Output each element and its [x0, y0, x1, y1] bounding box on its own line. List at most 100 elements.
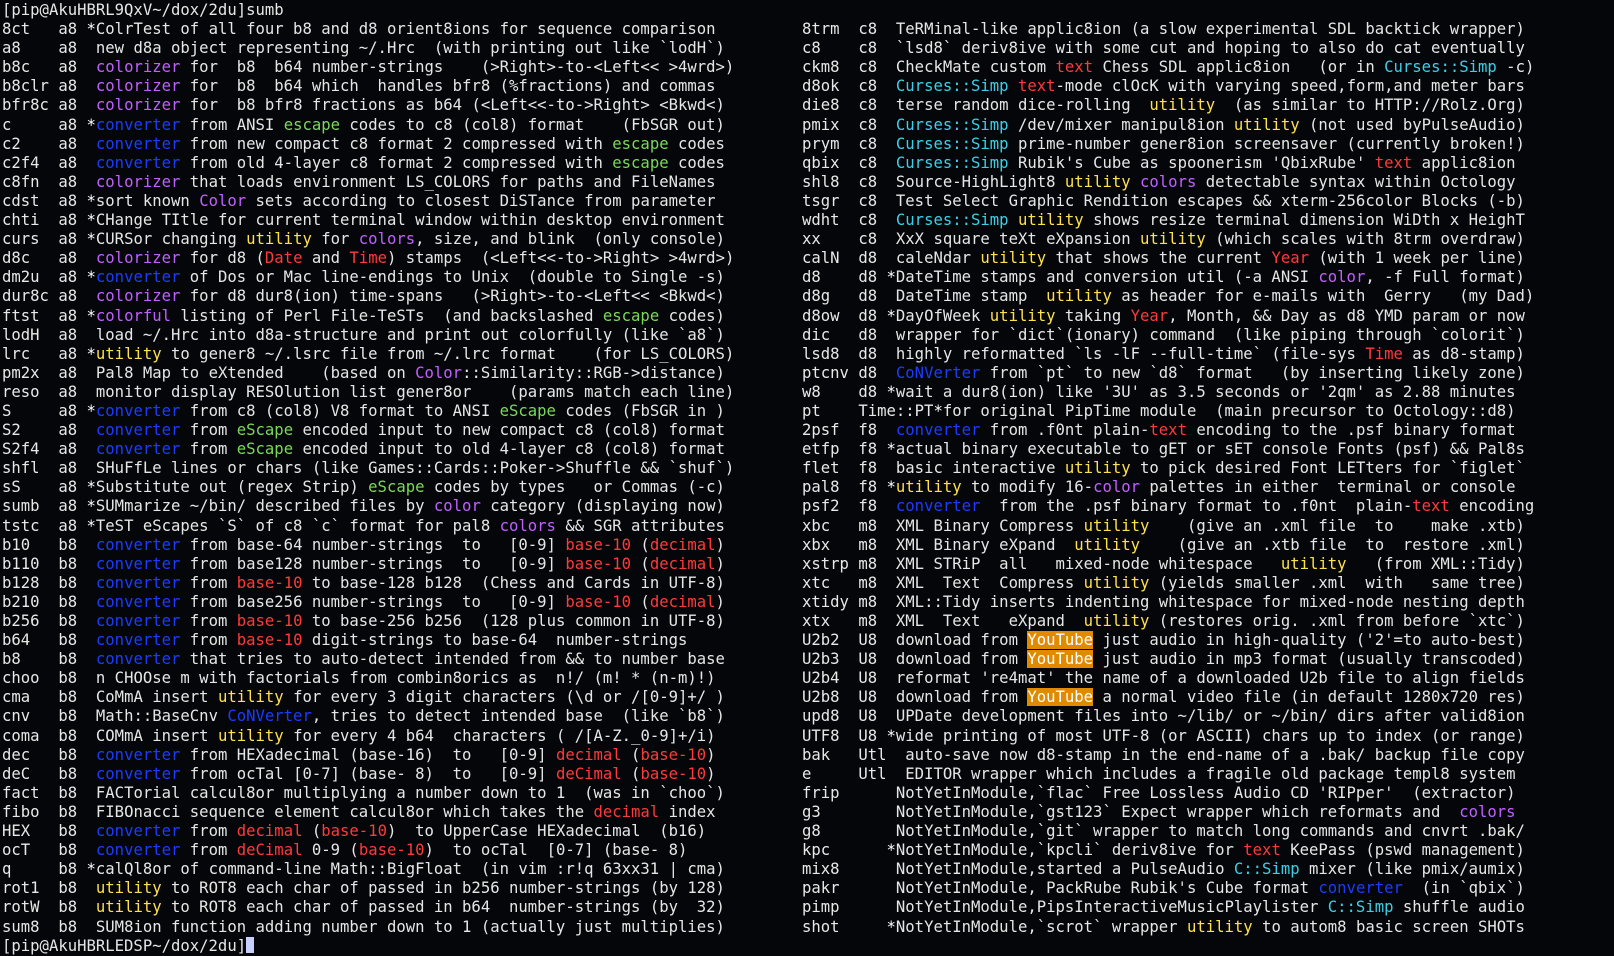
list-item: lrc a8 *utility to gener8 ~/.lsrc file f… — [2, 345, 802, 364]
entry-name: wdht — [802, 211, 840, 230]
list-item: xtidy m8 XML::Tidy inserts indenting whi… — [802, 593, 1602, 612]
entry-category: b8 — [58, 860, 78, 879]
entry-name: d8ok — [802, 77, 840, 96]
entry-category: b8 — [58, 669, 78, 688]
entry-marker — [87, 326, 96, 344]
entry-name: d8c — [2, 249, 31, 268]
list-item: b8clr a8 colorizer for b8 b64 which hand… — [2, 77, 802, 96]
list-item: fact b8 FACTorial calcul8or multiplying … — [2, 784, 802, 803]
entry-name: xtidy — [802, 592, 849, 611]
list-item: bak Utl auto-save now d8-stamp in the en… — [802, 746, 1602, 765]
entry-description: converter from .f0nt plain-text encoding… — [895, 421, 1516, 440]
entry-category: f8 — [858, 459, 878, 478]
entry-marker — [887, 650, 896, 668]
entry-description: CoNVerter from `pt` to new `d8` format (… — [895, 363, 1525, 382]
entry-name: HEX — [2, 822, 31, 841]
list-item: d8c a8 colorizer for d8 (Date and Time) … — [2, 249, 802, 268]
entry-name: q — [2, 860, 12, 879]
entry-name: pal8 — [802, 478, 840, 497]
entry-name: deC — [2, 764, 31, 783]
entry-name: xstrp — [802, 554, 849, 573]
entry-description: XML Text Compress utility (yields smalle… — [895, 573, 1525, 592]
entry-marker — [887, 688, 896, 706]
entry-name: pt — [802, 401, 821, 420]
entry-description: for original PipTime module (main precur… — [942, 401, 1516, 420]
entry-category: U8 — [858, 669, 878, 688]
entry-name: cma — [2, 688, 31, 707]
entry-category: a8 — [58, 268, 78, 287]
entry-name: b8c — [2, 58, 31, 77]
entry-category: c8 — [858, 172, 878, 191]
list-item: dur8c a8 colorizer for d8 dur8(ion) time… — [2, 287, 802, 306]
entry-category: a8 — [58, 172, 78, 191]
list-item: d8g d8 DateTime stamp utility as header … — [802, 287, 1602, 306]
entry-category: b8 — [58, 554, 78, 573]
list-item: sumb a8 *SUMmarize ~/bin/ described file… — [2, 497, 802, 516]
list-item: lsd8 d8 highly reformatted `ls -lF --ful… — [802, 345, 1602, 364]
entry-description: new d8a object representing ~/.Hrc (with… — [95, 39, 725, 58]
entry-marker — [87, 784, 96, 802]
entry-category: c8 — [858, 20, 878, 39]
entry-marker: * — [933, 401, 943, 420]
entry-description: converter from deCimal 0-9 (base-10) to … — [95, 841, 688, 860]
entry-category: f8 — [858, 421, 878, 440]
entry-marker — [887, 822, 896, 840]
entry-description: colorizer for d8 (Date and Time) stamps … — [95, 249, 735, 268]
entry-marker — [887, 517, 896, 535]
list-item: pakr NotYetInModule, PackRube Rubik's Cu… — [802, 879, 1602, 898]
list-item: tstc a8 *TeST eScapes `S` of c8 `c` form… — [2, 517, 802, 536]
entry-description: TeST eScapes `S` of c8 `c` format for pa… — [95, 516, 725, 535]
entry-name: coma — [2, 726, 40, 745]
entry-name: reso — [2, 382, 40, 401]
entry-category: c8 — [858, 191, 878, 210]
entry-description: NotYetInModule,`git` wrapper to match lo… — [895, 822, 1525, 841]
entry-description: EDITOR wrapper which includes a fragile … — [895, 764, 1516, 783]
entry-marker: * — [886, 841, 896, 860]
entry-name: lsd8 — [802, 344, 840, 363]
entry-category: b8 — [58, 822, 78, 841]
entry-marker — [887, 421, 896, 439]
entry-marker — [87, 135, 96, 153]
entry-category: U8 — [858, 650, 878, 669]
entry-name: lrc — [2, 344, 31, 363]
entry-category: m8 — [858, 612, 878, 630]
entry-description: wrapper for `dict`(ionary) command (like… — [895, 325, 1525, 344]
entry-category: c8 — [858, 39, 878, 58]
list-item: c2 a8 converter from new compact c8 form… — [2, 135, 802, 154]
entry-name: ckm8 — [802, 58, 840, 77]
entry-marker — [87, 803, 96, 821]
entry-name: dic — [802, 325, 831, 344]
entry-marker — [887, 287, 896, 305]
entry-marker — [87, 77, 96, 95]
entry-category: a8 — [58, 344, 78, 363]
entry-name: upd8 — [802, 707, 840, 726]
entry-marker — [87, 173, 96, 191]
entry-category: b8 — [58, 802, 78, 821]
entry-name: shfl — [2, 459, 40, 478]
entry-description: calQl8or of command-line Math::BigFloat … — [95, 860, 725, 879]
entry-category: Time::PT — [858, 401, 934, 420]
entry-name: 8ct — [2, 20, 31, 39]
entry-category: a8 — [58, 401, 78, 420]
entry-category: a8 — [58, 306, 78, 325]
entry-description: converter from ANSI escape codes to c8 (… — [95, 115, 725, 134]
entry-category: c8 — [858, 58, 878, 77]
prompt-top: [pip@AkuHBRL9QxV~/dox/2du]sumb — [2, 1, 284, 19]
entry-marker — [887, 555, 896, 573]
list-item: b128 b8 converter from base-10 to base-1… — [2, 574, 802, 593]
entry-marker — [87, 707, 96, 725]
list-item: S2 a8 converter from eScape encoded inpu… — [2, 421, 802, 440]
entry-category: c8 — [858, 211, 878, 230]
entry-description: reformat 're4mat' the name of a download… — [895, 669, 1525, 688]
entry-category: b8 — [58, 612, 78, 630]
terminal-window[interactable]: [pip@AkuHBRL9QxV~/dox/2du]sumb 8ct a8 * C… — [0, 0, 1614, 955]
entry-description: utility to gener8 ~/.lsrc file from ~/.l… — [95, 344, 735, 363]
list-item: pimp NotYetInModule,PipsInteractiveMusic… — [802, 898, 1602, 917]
entry-marker: * — [86, 516, 96, 535]
entry-description: download from YouTube just audio in mp3 … — [895, 650, 1525, 669]
list-item: shl8 c8 Source-HighLight8 utility colors… — [802, 173, 1602, 192]
list-item: a8 a8 new d8a object representing ~/.Hrc… — [2, 39, 802, 58]
entry-category: a8 — [58, 230, 78, 249]
entry-marker — [887, 192, 896, 210]
entry-category: m8 — [858, 535, 878, 554]
